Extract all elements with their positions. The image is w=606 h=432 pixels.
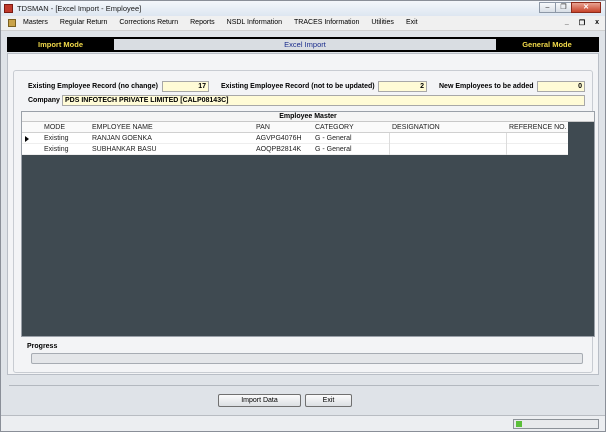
cell-employee-name: SUBHANKAR BASU (92, 146, 157, 153)
current-row-arrow-icon (25, 136, 29, 142)
exit-button[interactable]: Exit (305, 394, 352, 407)
window-title: TDSMAN - [Excel Import - Employee] (17, 4, 142, 13)
existing-not-updated-field: 2 (378, 81, 427, 92)
table-row[interactable]: Existing SUBHANKAR BASU AOQPB2814K G - G… (22, 144, 568, 155)
existing-not-updated-label: Existing Employee Record (not to be upda… (221, 83, 375, 90)
child-restore-button[interactable]: ❐ (579, 19, 585, 27)
minimize-button[interactable]: – (539, 2, 556, 13)
grid-rows: Existing RANJAN GOENKA AGVPG4076H G - Ge… (22, 133, 568, 155)
child-window-controls: _ ❐ x (555, 19, 599, 27)
column-divider (389, 133, 390, 144)
column-header-designation[interactable]: DESIGNATION (392, 122, 440, 133)
document-icon[interactable] (8, 19, 16, 27)
window-controls: – ❐ ✕ (539, 2, 601, 14)
footer-divider (9, 385, 599, 386)
cell-mode: Existing (44, 135, 69, 142)
cell-mode: Existing (44, 146, 69, 153)
form-title: Excel Import (114, 39, 496, 50)
import-mode-label: Import Mode (9, 39, 112, 50)
new-employees-label: New Employees to be added (439, 83, 534, 90)
cell-category: G - General (315, 146, 352, 153)
new-employees-field: 0 (537, 81, 585, 92)
status-bar (1, 415, 605, 431)
import-data-button[interactable]: Import Data (218, 394, 301, 407)
column-divider (389, 144, 390, 155)
tdsman-app-icon (4, 4, 13, 13)
status-indicator (513, 419, 599, 429)
company-label: Company (28, 97, 60, 104)
table-row[interactable]: Existing RANJAN GOENKA AGVPG4076H G - Ge… (22, 133, 568, 144)
close-button[interactable]: ✕ (571, 2, 601, 13)
column-header-reference-no[interactable]: REFERENCE NO. (509, 122, 567, 133)
existing-no-change-label: Existing Employee Record (no change) (28, 83, 158, 90)
menu-masters[interactable]: Masters (23, 19, 48, 26)
column-header-mode[interactable]: MODE (44, 122, 65, 133)
child-minimize-button[interactable]: _ (565, 19, 569, 27)
menu-items: Masters Regular Return Corrections Retur… (23, 19, 430, 26)
restore-button[interactable]: ❐ (555, 2, 572, 13)
column-header-category[interactable]: CATEGORY (315, 122, 354, 133)
column-header-employee-name[interactable]: EMPLOYEE NAME (92, 122, 153, 133)
application-window: TDSMAN - [Excel Import - Employee] – ❐ ✕… (0, 0, 606, 432)
grid-header-row: MODE EMPLOYEE NAME PAN CATEGORY DESIGNAT… (22, 122, 568, 133)
menu-nsdl-information[interactable]: NSDL Information (227, 19, 282, 26)
progress-bar (31, 353, 583, 364)
menu-corrections-return[interactable]: Corrections Return (119, 19, 178, 26)
cell-category: G - General (315, 135, 352, 142)
menu-exit[interactable]: Exit (406, 19, 418, 26)
child-close-button[interactable]: x (595, 19, 599, 27)
cell-pan: AOQPB2814K (256, 146, 302, 153)
column-divider (506, 144, 507, 155)
menu-traces-information[interactable]: TRACES Information (294, 19, 359, 26)
mode-bar: Import Mode Excel Import General Mode (7, 37, 599, 52)
menu-regular-return[interactable]: Regular Return (60, 19, 107, 26)
employee-master-grid[interactable]: Employee Master MODE EMPLOYEE NAME PAN C… (21, 111, 595, 337)
menu-bar: Masters Regular Return Corrections Retur… (1, 16, 605, 31)
grid-caption: Employee Master (22, 112, 594, 122)
title-bar[interactable]: TDSMAN - [Excel Import - Employee] – ❐ ✕ (1, 1, 605, 16)
general-mode-label: General Mode (497, 39, 597, 50)
column-header-pan[interactable]: PAN (256, 122, 270, 133)
menu-utilities[interactable]: Utilities (371, 19, 394, 26)
menu-reports[interactable]: Reports (190, 19, 215, 26)
status-light-icon (516, 421, 522, 427)
existing-no-change-field: 17 (162, 81, 209, 92)
cell-employee-name: RANJAN GOENKA (92, 135, 152, 142)
progress-label: Progress (27, 343, 58, 350)
column-divider (506, 133, 507, 144)
company-field: PDS INFOTECH PRIVATE LIMITED [CALP08143C… (62, 95, 585, 106)
cell-pan: AGVPG4076H (256, 135, 302, 142)
